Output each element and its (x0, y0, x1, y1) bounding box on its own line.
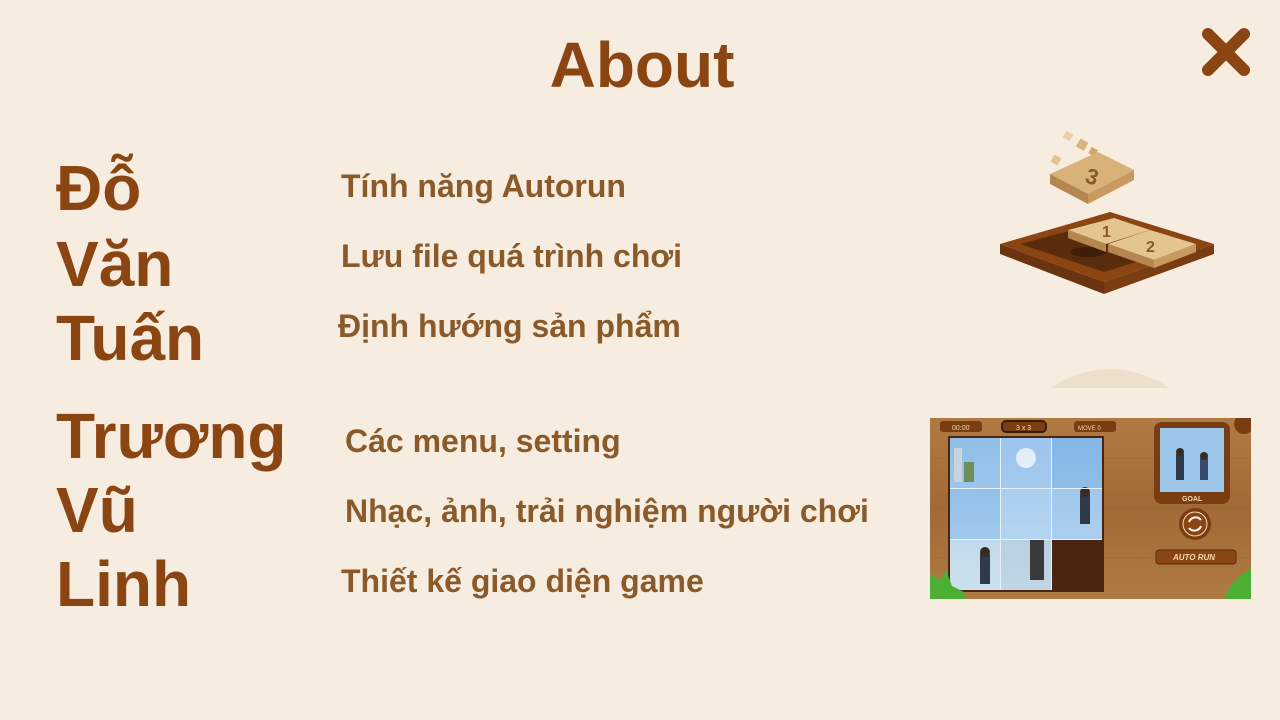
member-2-feature-1: Các menu, setting (345, 423, 621, 459)
member-1-name-first: Đỗ (56, 152, 142, 224)
screenshot-goal-label: GOAL (1182, 496, 1203, 503)
member-1-name-last: Tuấn (56, 302, 205, 374)
screenshot-grid-size: 3 x 3 (1016, 425, 1031, 432)
close-button[interactable] (1196, 22, 1256, 82)
screenshot-auto-run: AUTO RUN (1172, 553, 1215, 562)
logo-tile-1: 1 (1102, 224, 1111, 241)
member-2-feature-2: Nhạc, ảnh, trải nghiệm người chơi (345, 493, 869, 529)
member-1-name-middle: Văn (56, 228, 174, 300)
game-screenshot: 00:00 3 x 3 MOVE 0 GOAL AUTO RUN (930, 414, 1254, 599)
screenshot-move: MOVE 0 (1078, 426, 1101, 432)
logo-tile-2: 2 (1146, 239, 1155, 256)
member-2-name-last: Linh (56, 548, 192, 620)
member-1-feature-3: Định hướng sản phẩm (338, 308, 681, 344)
member-1-feature-1: Tính năng Autorun (341, 168, 626, 204)
close-icon (1202, 28, 1250, 76)
member-2-name-first: Trương (56, 400, 287, 472)
page-title: About (549, 29, 735, 101)
game-logo: 3 1 2 (990, 126, 1226, 390)
member-2-feature-3: Thiết kế giao diện game (341, 563, 704, 599)
screenshot-timer: 00:00 (952, 425, 970, 432)
member-1-feature-2: Lưu file quá trình chơi (341, 238, 683, 274)
member-2-name-middle: Vũ (56, 474, 138, 546)
